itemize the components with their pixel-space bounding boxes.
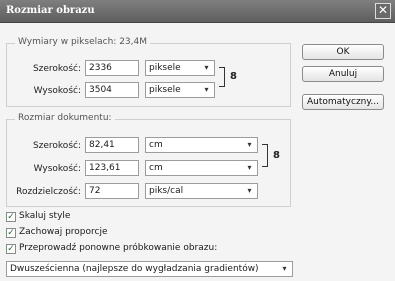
window-title: Rozmiar obrazu	[6, 5, 95, 16]
checkmark-icon: ✓	[6, 244, 16, 254]
chevron-down-icon: ▾	[204, 85, 209, 94]
pixel-width-label: Szerokość:	[32, 64, 81, 74]
chevron-down-icon: ▾	[247, 140, 252, 149]
doc-height-unit-select[interactable]: cm ▾	[145, 160, 258, 176]
doc-height-label: Wysokość:	[33, 164, 81, 174]
checkmark-icon: ✓	[6, 212, 16, 222]
scale-styles-checkbox[interactable]: ✓ Skaluj style	[6, 211, 206, 224]
chevron-down-icon: ▾	[247, 163, 252, 172]
close-icon[interactable]: ✕	[375, 3, 391, 19]
pixel-link-bracket	[219, 67, 225, 87]
title-bar: Rozmiar obrazu ✕	[0, 0, 395, 23]
resample-checkbox[interactable]: ✓ Przeprowadź ponowne próbkowanie obrazu…	[6, 243, 266, 256]
resolution-unit-select[interactable]: piks/cal ▾	[145, 183, 258, 199]
checkmark-icon: ✓	[6, 228, 16, 238]
resample-method-select[interactable]: Dwusześcienna (najlepsze do wygładzania …	[6, 261, 293, 277]
chevron-down-icon: ▾	[204, 63, 209, 72]
dialog-body: Wymiary w pikselach: 23,4M Szerokość: 23…	[0, 23, 395, 281]
ok-button[interactable]: OK	[302, 44, 384, 60]
constrain-proportions-checkbox[interactable]: ✓ Zachowaj proporcje	[6, 227, 206, 240]
doc-width-unit-select[interactable]: cm ▾	[145, 137, 258, 153]
pixel-width-unit-select[interactable]: piksele ▾	[145, 60, 215, 76]
chevron-down-icon: ▾	[282, 264, 287, 273]
cancel-button[interactable]: Anuluj	[302, 66, 384, 82]
resample-label: Przeprowadź ponowne próbkowanie obrazu:	[19, 243, 218, 253]
scale-styles-label: Skaluj style	[19, 211, 71, 221]
chain-link-icon: 8	[230, 71, 237, 82]
constrain-proportions-label: Zachowaj proporcje	[19, 227, 108, 237]
doc-link-bracket	[262, 144, 268, 167]
resolution-input[interactable]: 72	[85, 183, 139, 199]
pixel-height-input[interactable]: 3504	[85, 82, 139, 98]
chain-link-icon: 8	[273, 150, 280, 161]
doc-width-label: Szerokość:	[32, 141, 81, 151]
doc-width-input[interactable]: 82,41	[85, 137, 139, 153]
auto-button[interactable]: Automatyczny...	[302, 94, 384, 110]
document-size-legend: Rozmiar dokumentu:	[15, 113, 115, 123]
pixel-size-value: 23,4M	[119, 37, 147, 47]
pixel-height-label: Wysokość:	[33, 86, 81, 96]
pixel-width-input[interactable]: 2336	[85, 60, 139, 76]
pixel-height-unit-select[interactable]: piksele ▾	[145, 82, 215, 98]
doc-height-input[interactable]: 123,61	[85, 160, 139, 176]
chevron-down-icon: ▾	[247, 186, 252, 195]
pixel-dimensions-legend: Wymiary w pikselach: 23,4M	[15, 37, 150, 47]
resolution-label: Rozdzielczość:	[16, 187, 81, 197]
